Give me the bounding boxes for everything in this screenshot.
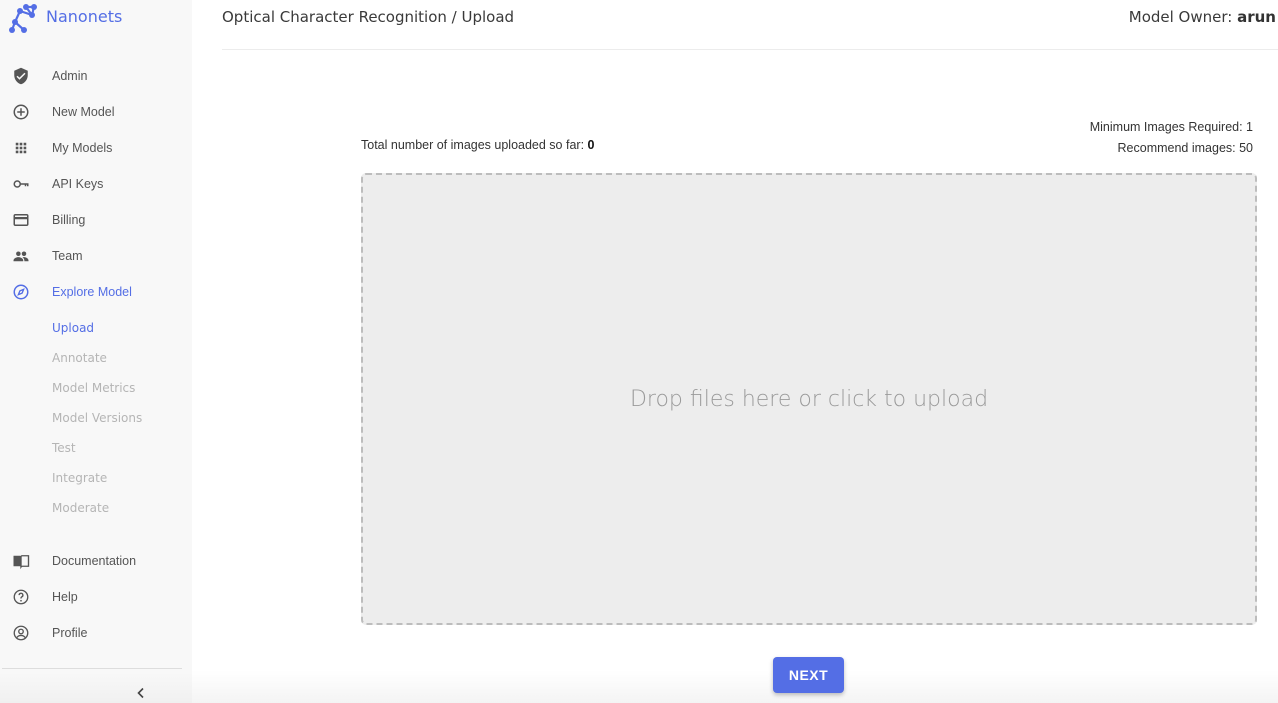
sidebar-shadow [0,672,192,703]
key-icon [12,175,30,193]
subnav-upload[interactable]: Upload [52,321,94,341]
sidebar-item-my-models[interactable]: My Models [0,134,192,162]
sidebar-item-label: Admin [52,69,88,83]
recommended-images: Recommend images: 50 [1117,141,1253,155]
sidebar-item-label: API Keys [52,177,104,191]
sidebar-item-billing[interactable]: Billing [0,206,192,234]
total-images-count: Total number of images uploaded so far: … [361,138,594,152]
sidebar-item-label: My Models [52,141,113,155]
total-images-label: Total number of images uploaded so far: [361,138,585,152]
subnav-moderate[interactable]: Moderate [52,501,109,521]
collapse-sidebar-button[interactable] [131,684,151,702]
sidebar-item-label: Help [52,590,78,604]
compass-icon [12,283,30,301]
plus-circle-icon [12,103,30,121]
total-images-value: 0 [587,138,595,152]
sidebar-item-label: Profile [52,626,88,640]
file-dropzone[interactable]: Drop files here or click to upload [361,173,1257,625]
bottom-fade [192,670,1278,703]
subnav-annotate[interactable]: Annotate [52,351,107,371]
sidebar-divider [2,668,182,669]
min-images-required: Minimum Images Required: 1 [1089,120,1253,134]
account-circle-icon [12,624,30,642]
chevron-left-icon [137,687,144,699]
sidebar-item-label: Team [52,249,83,263]
subnav-integrate[interactable]: Integrate [52,471,107,491]
subnav-test[interactable]: Test [52,441,76,461]
help-circle-icon [12,588,30,606]
sidebar-item-label: Explore Model [52,285,132,299]
image-requirements: Minimum Images Required: 1 Recommend ima… [1090,117,1253,159]
sidebar-item-label: New Model [52,105,115,119]
sidebar-item-api-keys[interactable]: API Keys [0,170,192,198]
subnav-model-versions[interactable]: Model Versions [52,411,142,431]
model-owner: Model Owner: arun [1129,8,1276,26]
people-icon [12,247,30,265]
model-owner-name: arun [1237,8,1276,26]
header-divider [222,49,1278,50]
shield-check-icon [12,67,30,85]
brand-name[interactable]: Nanonets [46,7,122,26]
sidebar-item-explore-model[interactable]: Explore Model [0,278,192,306]
nanonets-logo-icon [9,4,37,33]
book-icon [12,552,30,570]
breadcrumb: Optical Character Recognition / Upload [222,8,515,26]
sidebar-item-label: Documentation [52,554,137,568]
grid-icon [12,139,30,157]
sidebar: Nanonets Admin New Model My Models API K… [0,0,192,703]
sidebar-item-new-model[interactable]: New Model [0,98,192,126]
model-owner-label: Model Owner: [1128,8,1233,26]
credit-card-icon [12,211,30,229]
next-button[interactable]: NEXT [773,657,844,693]
dropzone-text: Drop files here or click to upload [629,386,989,412]
brand[interactable] [8,2,38,34]
subnav-model-metrics[interactable]: Model Metrics [52,381,135,401]
sidebar-item-admin[interactable]: Admin [0,62,192,90]
sidebar-item-documentation[interactable]: Documentation [0,547,192,575]
sidebar-item-team[interactable]: Team [0,242,192,270]
sidebar-item-label: Billing [52,213,86,227]
sidebar-item-help[interactable]: Help [0,583,192,611]
sidebar-item-profile[interactable]: Profile [0,619,192,647]
